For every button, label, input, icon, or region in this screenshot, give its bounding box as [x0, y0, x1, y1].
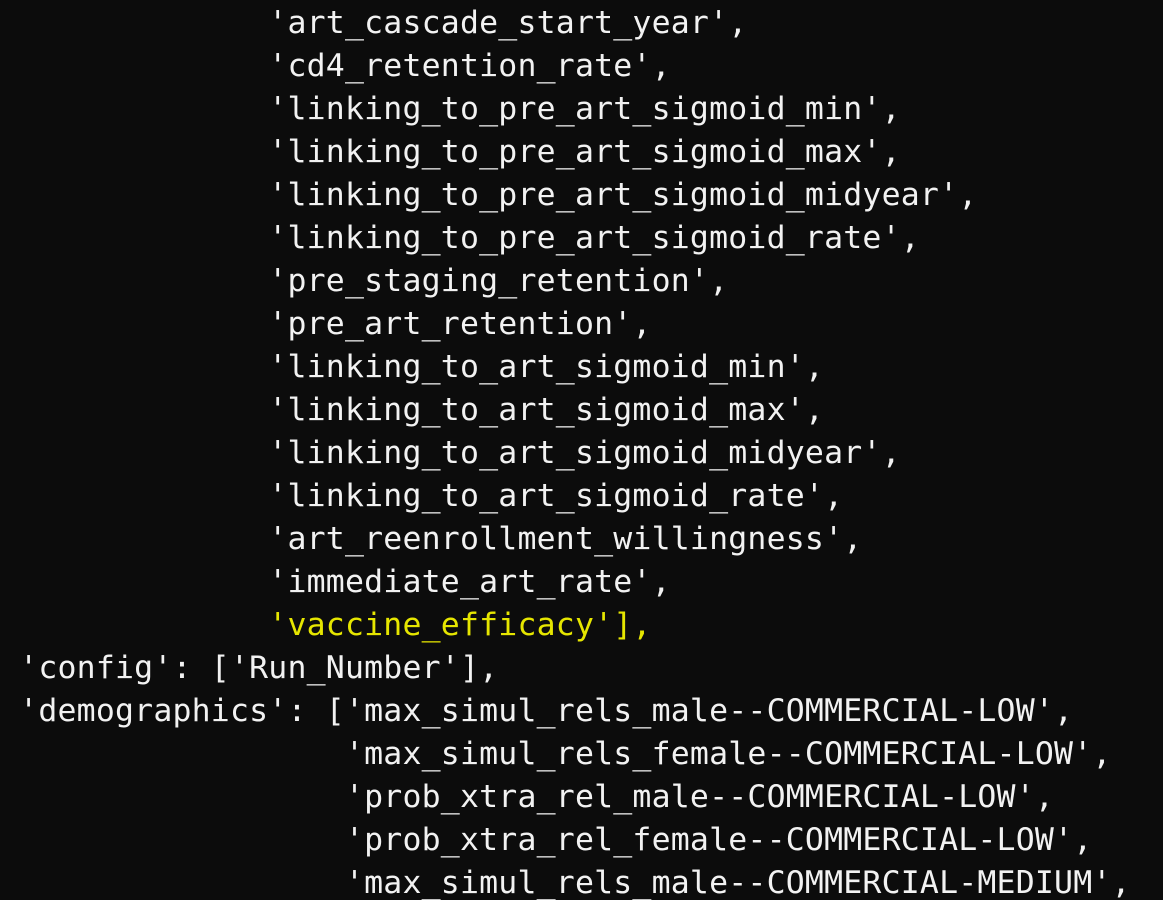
code-line: 'linking_to_art_sigmoid_rate',: [0, 478, 844, 514]
code-output: 'art_cascade_start_year', 'cd4_retention…: [0, 2, 1131, 900]
code-line: 'art_reenrollment_willingness',: [0, 521, 863, 557]
code-line: 'max_simul_rels_male--COMMERCIAL-MEDIUM'…: [0, 865, 1131, 900]
code-line: 'prob_xtra_rel_male--COMMERCIAL-LOW',: [0, 779, 1055, 815]
code-line: 'art_cascade_start_year',: [0, 5, 748, 41]
code-line: 'linking_to_pre_art_sigmoid_max',: [0, 134, 901, 170]
code-line: 'linking_to_pre_art_sigmoid_rate',: [0, 220, 920, 256]
code-line: 'linking_to_art_sigmoid_max',: [0, 392, 825, 428]
code-line: 'max_simul_rels_female--COMMERCIAL-LOW',: [0, 736, 1112, 772]
code-line: 'cd4_retention_rate',: [0, 48, 671, 84]
code-line: 'pre_staging_retention',: [0, 263, 729, 299]
terminal-window: 'art_cascade_start_year', 'cd4_retention…: [0, 0, 1163, 900]
code-line: 'linking_to_pre_art_sigmoid_midyear',: [0, 177, 978, 213]
code-line: 'linking_to_art_sigmoid_midyear',: [0, 435, 901, 471]
code-line: 'immediate_art_rate',: [0, 564, 671, 600]
code-line-highlighted: 'vaccine_efficacy'],: [0, 607, 652, 643]
code-line: 'pre_art_retention',: [0, 306, 652, 342]
code-line: 'linking_to_pre_art_sigmoid_min',: [0, 91, 901, 127]
code-line: 'linking_to_art_sigmoid_min',: [0, 349, 825, 385]
code-line: 'prob_xtra_rel_female--COMMERCIAL-LOW',: [0, 822, 1093, 858]
code-line: 'demographics': ['max_simul_rels_male--C…: [0, 693, 1074, 729]
code-line: 'config': ['Run_Number'],: [0, 650, 499, 686]
